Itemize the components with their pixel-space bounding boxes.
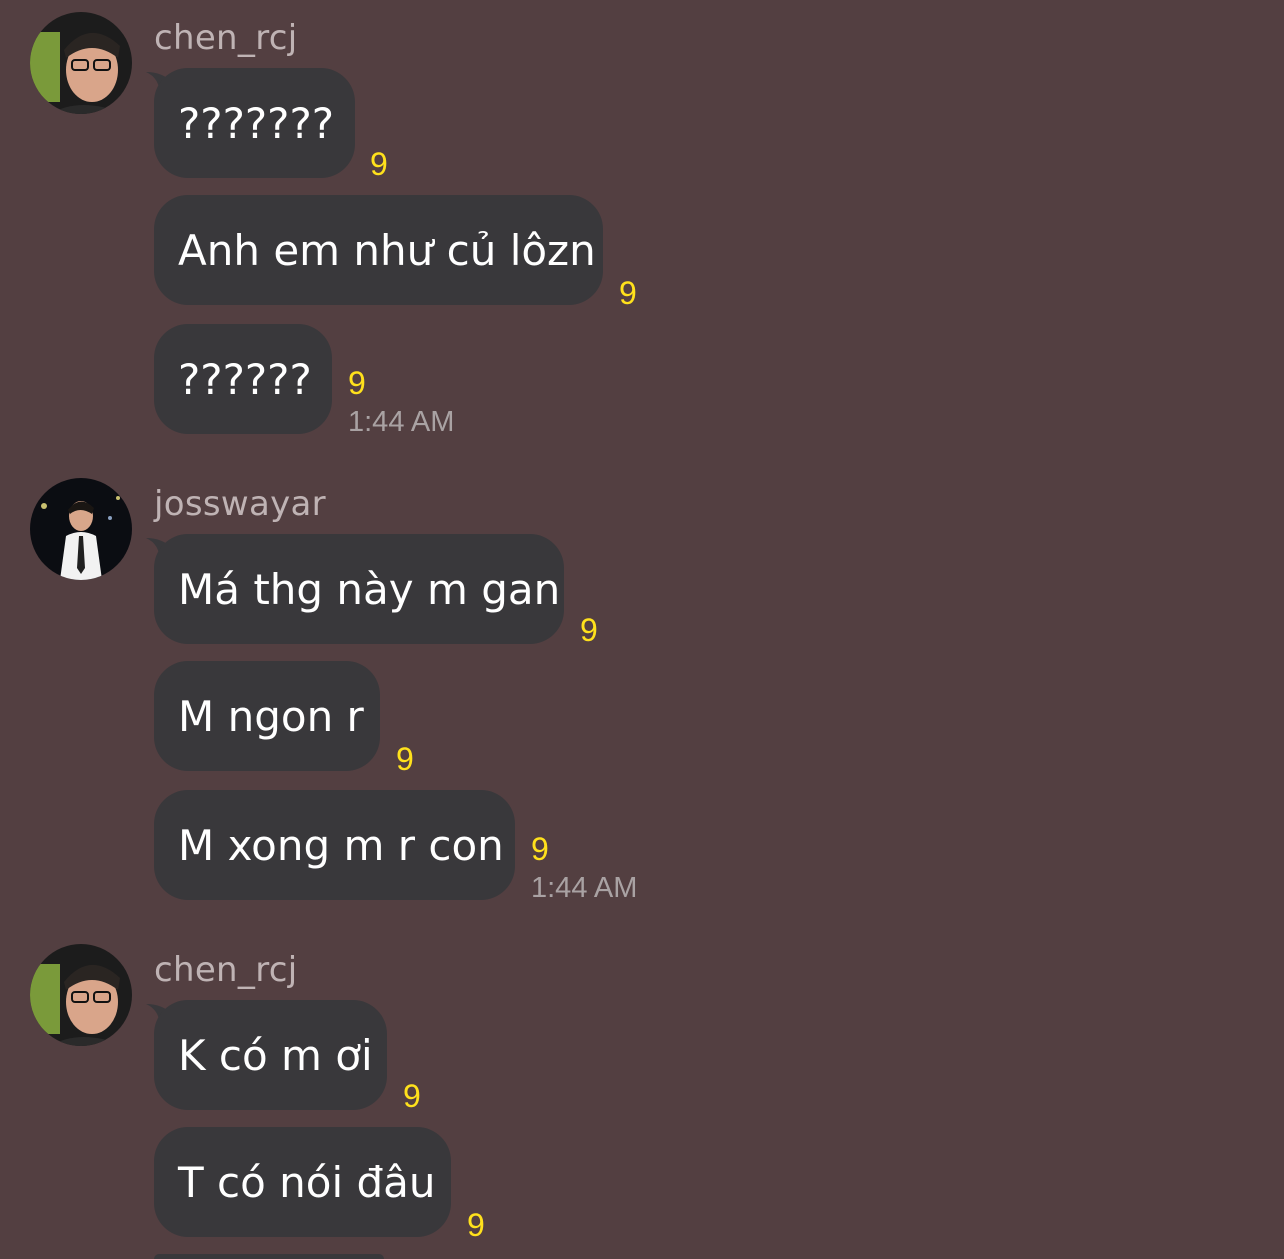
timestamp: 1:44 AM (348, 406, 455, 438)
reaction-badge[interactable]: 9 (348, 365, 366, 402)
message-text: ??????? (178, 98, 335, 148)
message-bubble[interactable]: K có m ơi (154, 1000, 387, 1110)
avatar[interactable] (30, 478, 132, 580)
timestamp: 1:44 AM (531, 872, 638, 904)
username[interactable]: chen_rcj (154, 18, 297, 58)
avatar[interactable] (30, 944, 132, 1046)
message-text: K có m ơi (178, 1030, 373, 1080)
username[interactable]: chen_rcj (154, 950, 297, 990)
reaction-badge[interactable]: 9 (619, 275, 637, 312)
message-bubble[interactable] (154, 1254, 384, 1259)
message-bubble[interactable]: T có nói đâu (154, 1127, 451, 1237)
reaction-badge[interactable]: 9 (396, 741, 414, 778)
message-bubble[interactable]: Anh em như củ lôzn (154, 195, 603, 305)
message-bubble[interactable]: M xong m r con (154, 790, 515, 900)
message-bubble[interactable]: ??????? (154, 68, 355, 178)
username[interactable]: josswayar (154, 484, 326, 524)
reaction-badge[interactable]: 9 (403, 1078, 421, 1115)
reaction-badge[interactable]: 9 (531, 831, 549, 868)
message-text: M xong m r con (178, 820, 504, 870)
reaction-badge[interactable]: 9 (467, 1207, 485, 1244)
message-bubble[interactable]: Má thg này m gan (154, 534, 564, 644)
message-bubble[interactable]: ?????? (154, 324, 332, 434)
message-text: ?????? (178, 354, 312, 404)
message-text: Má thg này m gan (178, 564, 561, 614)
message-text: T có nói đâu (178, 1157, 436, 1207)
reaction-badge[interactable]: 9 (370, 146, 388, 183)
message-text: Anh em như củ lôzn (178, 225, 596, 275)
reaction-badge[interactable]: 9 (580, 612, 598, 649)
message-text: M ngon r (178, 691, 364, 741)
avatar[interactable] (30, 12, 132, 114)
message-bubble[interactable]: M ngon r (154, 661, 380, 771)
